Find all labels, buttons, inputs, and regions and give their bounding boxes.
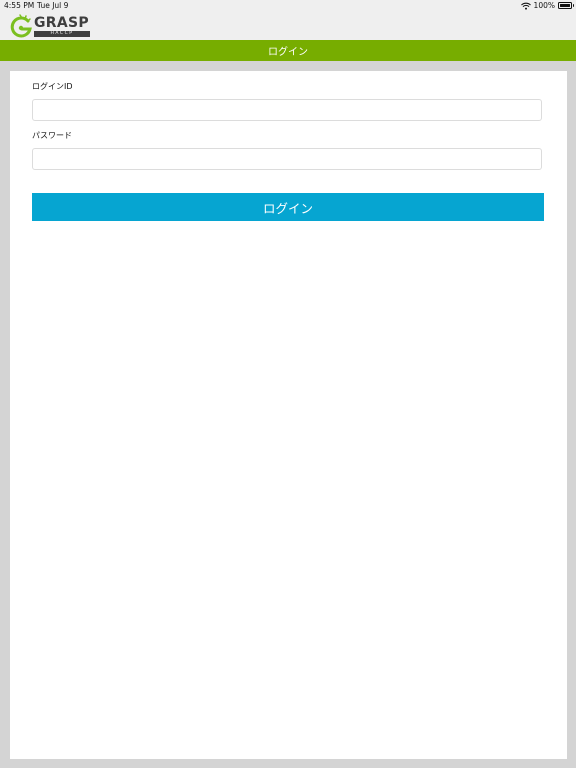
wifi-icon xyxy=(520,2,531,10)
status-bar: 4:55 PM Tue Jul 9 100% xyxy=(0,0,576,12)
page-title: ログイン xyxy=(268,47,308,58)
page-title-bar: ログイン xyxy=(0,40,576,61)
status-date: Tue Jul 9 xyxy=(37,1,69,10)
status-time: 4:55 PM xyxy=(4,1,35,10)
login-button[interactable]: ログイン xyxy=(32,193,544,221)
password-label: パスワード xyxy=(32,131,72,140)
logo-sub-bar: HACCP xyxy=(34,31,90,37)
logo-subtext: HACCP xyxy=(50,31,74,36)
logo-text: GRASP xyxy=(34,15,89,31)
status-right: 100% xyxy=(520,1,574,10)
login-id-label: ログインID xyxy=(32,82,73,91)
app-bar: GRASP HACCP xyxy=(0,12,576,40)
login-id-input[interactable] xyxy=(32,99,542,121)
battery-percent: 100% xyxy=(533,1,555,10)
logo-mark-icon xyxy=(10,14,32,38)
login-card: ログインID パスワード ログイン xyxy=(10,71,567,759)
battery-icon xyxy=(558,2,574,9)
password-input[interactable] xyxy=(32,148,542,170)
grasp-logo: GRASP HACCP xyxy=(10,13,94,39)
